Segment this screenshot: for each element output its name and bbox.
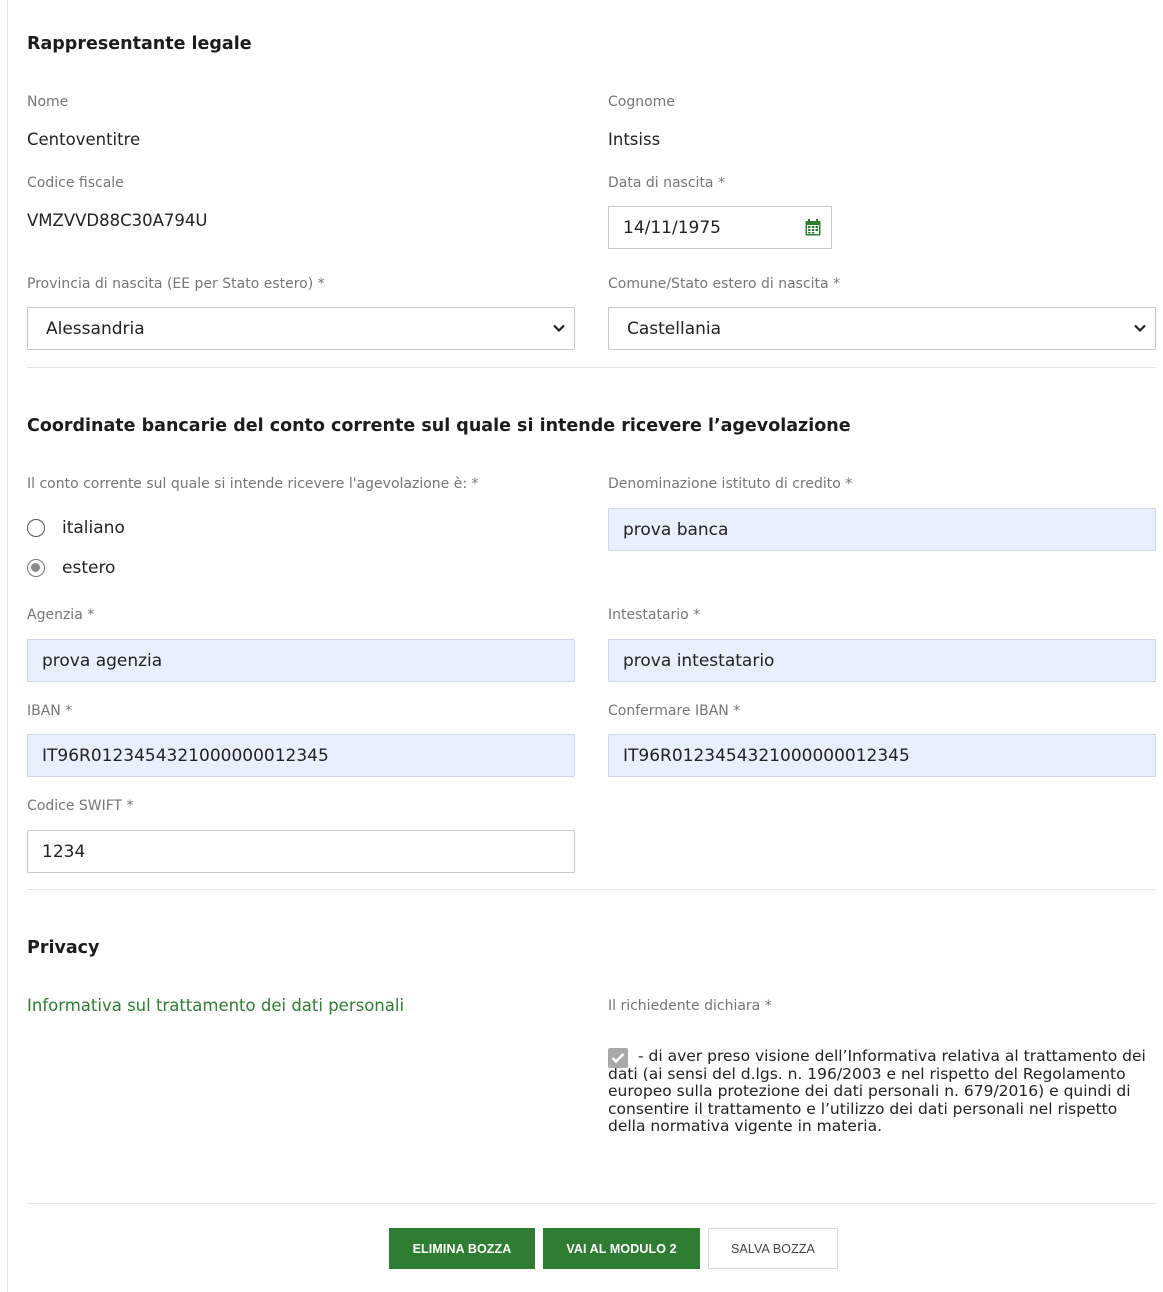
section-divider — [27, 889, 1156, 890]
iban-value: IT96R0123454321000000012345 — [42, 745, 329, 766]
istituto-input[interactable]: prova banca — [608, 508, 1156, 551]
swift-label: Codice SWIFT * — [27, 798, 134, 814]
radio-italiano[interactable]: italiano — [27, 518, 125, 538]
section-title-coordinate-bancarie: Coordinate bancarie del conto corrente s… — [27, 416, 851, 436]
comune-label: Comune/Stato estero di nascita * — [608, 276, 841, 292]
vai-modulo-2-button[interactable]: VAI AL MODULO 2 — [543, 1228, 700, 1269]
radio-italiano-label: italiano — [62, 518, 125, 538]
dichiara-label: Il richiedente dichiara * — [608, 998, 772, 1014]
swift-value: 1234 — [42, 841, 86, 862]
comune-select[interactable]: Castellania — [608, 307, 1156, 350]
section-title-rappresentante: Rappresentante legale — [27, 34, 252, 54]
cognome-value: Intsiss — [608, 130, 661, 149]
agenzia-value: prova agenzia — [42, 650, 163, 671]
radio-estero-label: estero — [62, 558, 116, 578]
data-nascita-value: 14/11/1975 — [623, 217, 721, 238]
istituto-label: Denominazione istituto di credito * — [608, 476, 853, 492]
privacy-checkbox[interactable] — [608, 1048, 628, 1068]
chevron-down-icon — [553, 324, 565, 333]
radio-estero[interactable]: estero — [27, 558, 115, 578]
comune-value: Castellania — [627, 318, 722, 339]
provincia-label: Provincia di nascita (EE per Stato ester… — [27, 276, 325, 292]
agenzia-label: Agenzia * — [27, 607, 95, 623]
nome-label: Nome — [27, 94, 69, 110]
data-nascita-label: Data di nascita * — [608, 175, 725, 191]
codice-fiscale-label: Codice fiscale — [27, 175, 124, 191]
left-border — [7, 0, 8, 1292]
data-nascita-input[interactable]: 14/11/1975 — [608, 206, 832, 249]
checkmark-icon — [611, 1053, 625, 1064]
iban-label: IBAN * — [27, 703, 73, 719]
cognome-label: Cognome — [608, 94, 675, 110]
provincia-select[interactable]: Alessandria — [27, 307, 575, 350]
iban-input[interactable]: IT96R0123454321000000012345 — [27, 734, 575, 777]
conferma-iban-label: Confermare IBAN * — [608, 703, 741, 719]
agenzia-input[interactable]: prova agenzia — [27, 639, 575, 682]
section-divider — [27, 367, 1156, 368]
nome-value: Centoventitre — [27, 130, 141, 149]
calendar-icon[interactable] — [805, 219, 821, 236]
chevron-down-icon — [1134, 324, 1146, 333]
conferma-iban-value: IT96R0123454321000000012345 — [623, 745, 910, 766]
section-divider — [27, 1203, 1156, 1204]
radio-italiano-control[interactable] — [27, 519, 45, 537]
intestatario-input[interactable]: prova intestatario — [608, 639, 1156, 682]
codice-fiscale-value: VMZVVD88C30A794U — [27, 211, 208, 230]
intestatario-label: Intestatario * — [608, 607, 701, 623]
istituto-value: prova banca — [623, 519, 729, 540]
radio-estero-control[interactable] — [27, 559, 45, 577]
conferma-iban-input[interactable]: IT96R0123454321000000012345 — [608, 734, 1156, 777]
conto-label: Il conto corrente sul quale si intende r… — [27, 476, 479, 492]
section-title-privacy: Privacy — [27, 938, 100, 958]
declaration-text: - di aver preso visione dell’Informativa… — [608, 1047, 1146, 1135]
swift-input[interactable]: 1234 — [27, 830, 575, 873]
elimina-bozza-button[interactable]: ELIMINA BOZZA — [389, 1228, 535, 1269]
informativa-link[interactable]: Informativa sul trattamento dei dati per… — [27, 996, 404, 1015]
salva-bozza-button[interactable]: SALVA BOZZA — [708, 1228, 838, 1269]
provincia-value: Alessandria — [46, 318, 145, 339]
intestatario-value: prova intestatario — [623, 650, 775, 671]
